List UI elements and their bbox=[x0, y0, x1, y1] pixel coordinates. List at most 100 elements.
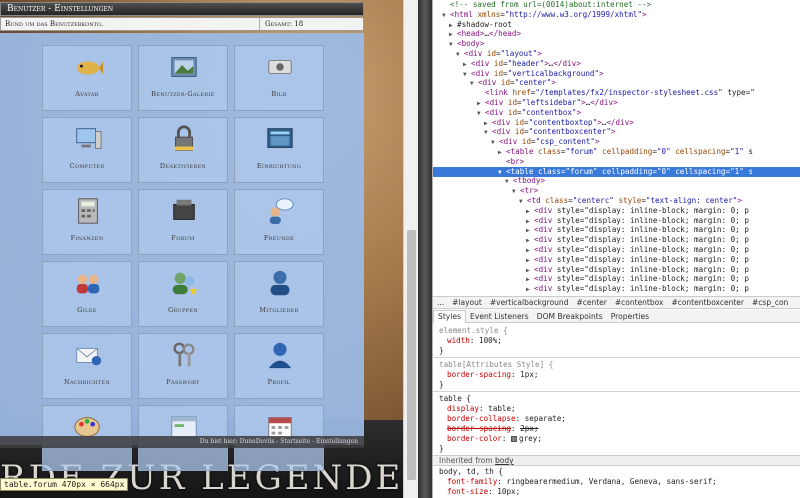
dom-node[interactable]: ▼ <div id="center"> bbox=[433, 78, 800, 88]
dom-node[interactable]: ▶ <head>…</head> bbox=[433, 29, 800, 39]
dom-node[interactable]: ▶ <div id="header">…</div> bbox=[433, 59, 800, 69]
settings-tile[interactable]: Passwort bbox=[138, 333, 228, 399]
breadcrumb-item[interactable]: #layout bbox=[452, 298, 482, 307]
profile-icon bbox=[264, 340, 296, 370]
settings-tile[interactable]: Computer bbox=[42, 117, 132, 183]
breadcrumb-item[interactable]: ... bbox=[437, 298, 444, 307]
tab-event-listeners[interactable]: Event Listeners bbox=[466, 311, 533, 323]
rule-selector[interactable]: body, td, th { bbox=[439, 467, 503, 477]
style-declaration[interactable]: border-spacing: 2px; bbox=[447, 424, 538, 434]
dom-node[interactable]: ▶ #shadow-root bbox=[433, 20, 800, 30]
settings-tile-label: Gruppen bbox=[167, 306, 199, 314]
dom-node[interactable]: ▶ <div style="display: inline-block; marg… bbox=[433, 206, 800, 216]
tab-styles[interactable]: Styles bbox=[433, 310, 467, 323]
dom-node[interactable]: ▼ <html xmlns="http://www.w3.org/1999/xht… bbox=[433, 10, 800, 20]
rule-closer: } bbox=[439, 444, 444, 453]
rule-closer: } bbox=[439, 346, 444, 355]
page-scrollbar[interactable] bbox=[403, 0, 418, 498]
settings-tile-label: Computer bbox=[69, 162, 105, 170]
page-scrollbar-thumb[interactable] bbox=[407, 230, 416, 480]
dom-node[interactable]: ▼ <tr> bbox=[433, 186, 800, 196]
settings-tile[interactable]: Profil bbox=[234, 333, 324, 399]
breadcrumb-item[interactable]: #contentboxcenter bbox=[671, 298, 744, 307]
dom-node[interactable]: <link href="/templates/fx2/inspector-sty… bbox=[433, 88, 800, 98]
dom-node[interactable]: ▼ <td class="centerc" style="text-align: … bbox=[433, 196, 800, 206]
devtools-splitter[interactable] bbox=[418, 0, 432, 498]
dom-node[interactable]: ▶ <div id="leftsidebar">…</div> bbox=[433, 98, 800, 108]
style-declaration[interactable]: display: table; bbox=[447, 404, 516, 414]
style-declaration[interactable]: border-color: grey; bbox=[447, 434, 542, 444]
settings-tile[interactable]: Nachrichten bbox=[42, 333, 132, 399]
settings-tile[interactable]: Bild bbox=[234, 45, 324, 111]
dom-node-selected[interactable]: ▼ <table class="forum" cellpadding="0" ce… bbox=[433, 166, 800, 177]
dom-node[interactable]: ▼ <div id="layout"> bbox=[433, 49, 800, 59]
settings-tile-label: Benutzer-Galerie bbox=[151, 90, 215, 98]
settings-tile[interactable]: Benutzer-Galerie bbox=[138, 45, 228, 111]
users-star-icon bbox=[168, 268, 200, 298]
dom-breadcrumb: ... #layout #verticalbackground #center #con… bbox=[433, 296, 800, 309]
dom-node-text: <link href="/templates/fx2/inspector-sty… bbox=[485, 88, 755, 98]
rule-closer: } bbox=[439, 380, 444, 389]
settings-tile[interactable]: Mitglieder bbox=[234, 261, 324, 327]
dom-node[interactable]: <br> bbox=[433, 157, 800, 167]
settings-tile[interactable]: Freunde bbox=[234, 189, 324, 255]
dom-node[interactable]: ▶ <div style="display: inline-block; marg… bbox=[433, 216, 800, 226]
dom-node[interactable]: ▶ <div style="display: inline-block; marg… bbox=[433, 274, 800, 284]
dom-node[interactable]: ▼ <div id="contentboxcenter"> bbox=[433, 127, 800, 137]
dom-node[interactable]: ▼ <div id="verticalbackground"> bbox=[433, 69, 800, 79]
dom-node-text: <head>…</head> bbox=[457, 29, 522, 39]
style-declaration[interactable]: width: 100%; bbox=[447, 336, 502, 346]
dom-node[interactable]: ▶ <table class="forum" cellpadding="0" ce… bbox=[433, 147, 800, 157]
expand-triangle-icon[interactable]: ▶ bbox=[526, 285, 534, 295]
rule-selector[interactable]: element.style { bbox=[439, 326, 508, 336]
inherited-link[interactable]: body bbox=[495, 456, 514, 465]
dom-node[interactable]: <!-- saved from url=(0014)about:internet… bbox=[433, 0, 800, 10]
color-swatch-icon[interactable] bbox=[511, 436, 518, 442]
settings-tile-label: Profil bbox=[267, 378, 291, 386]
dom-node[interactable]: ▼ <body> bbox=[433, 39, 800, 49]
dom-node[interactable]: ▶ <div style="display: inline-block; marg… bbox=[433, 255, 800, 265]
style-declaration[interactable]: border-spacing: 1px; bbox=[447, 370, 538, 380]
settings-tile[interactable]: Gilde bbox=[42, 261, 132, 327]
dom-node[interactable]: ▼ <div id="contentbox"> bbox=[433, 108, 800, 118]
settings-header: Benutzer - Einstellungen bbox=[0, 2, 364, 16]
style-declaration[interactable]: font-size: 10px; bbox=[447, 487, 520, 497]
settings-tile[interactable]: Einrichtung bbox=[234, 117, 324, 183]
breadcrumb-item[interactable]: #verticalbackground bbox=[490, 298, 569, 307]
settings-tile[interactable]: Gruppen bbox=[138, 261, 228, 327]
lock-icon bbox=[168, 124, 200, 154]
dom-node[interactable]: ▶ <div style="display: inline-block; marg… bbox=[433, 235, 800, 245]
info-total: Gesamt: 18 bbox=[265, 20, 304, 28]
dom-node-text: <div id="contentboxtop">…</div> bbox=[492, 117, 634, 127]
rule-selector[interactable]: table { bbox=[439, 394, 471, 404]
settings-tile[interactable]: Avatar bbox=[42, 45, 132, 111]
breadcrumb-item[interactable]: #contentbox bbox=[615, 298, 664, 307]
dom-node[interactable]: ▶ <div style="display: inline-block; marg… bbox=[433, 245, 800, 255]
dom-node-text: <table class="forum" cellpadding="0" cel… bbox=[506, 147, 753, 156]
dom-node-text: <!-- saved from url=(0014)about:internet… bbox=[450, 0, 652, 9]
style-declaration[interactable]: font-family: ringbearermedium, Verdana, … bbox=[447, 477, 717, 487]
info-description: Rund um das Benutzerkonto. bbox=[5, 20, 104, 28]
rule-divider bbox=[433, 357, 800, 358]
dom-node-text: <td class="centerc" style="text-align: c… bbox=[527, 196, 742, 205]
settings-tile[interactable]: Forum bbox=[138, 189, 228, 255]
settings-tile-label: Mitglieder bbox=[259, 306, 299, 314]
dom-node[interactable]: ▶ <div id="contentboxtop">…</div> bbox=[433, 118, 800, 128]
dom-node[interactable]: ▶ <div style="display: inline-block; marg… bbox=[433, 284, 800, 294]
dom-node[interactable]: ▼ <div id="csp_content"> bbox=[433, 137, 800, 147]
calculator-icon bbox=[72, 196, 104, 226]
tab-dom-breakpoints[interactable]: DOM Breakpoints bbox=[533, 311, 607, 323]
chat-user-icon bbox=[264, 196, 296, 226]
settings-tile[interactable]: Finanzen bbox=[42, 189, 132, 255]
rule-selector[interactable]: table[Attributes Style] { bbox=[439, 360, 553, 370]
tab-properties[interactable]: Properties bbox=[607, 311, 653, 323]
breadcrumb-item[interactable]: #center bbox=[576, 298, 606, 307]
devtools-panel: <!-- saved from url=(0014)about:internet… bbox=[432, 0, 800, 498]
settings-tile[interactable]: Deaktivieren bbox=[138, 117, 228, 183]
style-declaration[interactable]: border-collapse: separate; bbox=[447, 414, 566, 424]
dom-node[interactable]: ▶ <div style="display: inline-block; marg… bbox=[433, 225, 800, 235]
breadcrumb-item[interactable]: #csp_con bbox=[752, 298, 788, 307]
info-row: Rund um das Benutzerkonto. Gesamt: 18 bbox=[0, 17, 364, 31]
dom-node[interactable]: ▶ <div style="display: inline-block; marg… bbox=[433, 265, 800, 275]
dom-node[interactable]: ▼ <tbody> bbox=[433, 176, 800, 186]
